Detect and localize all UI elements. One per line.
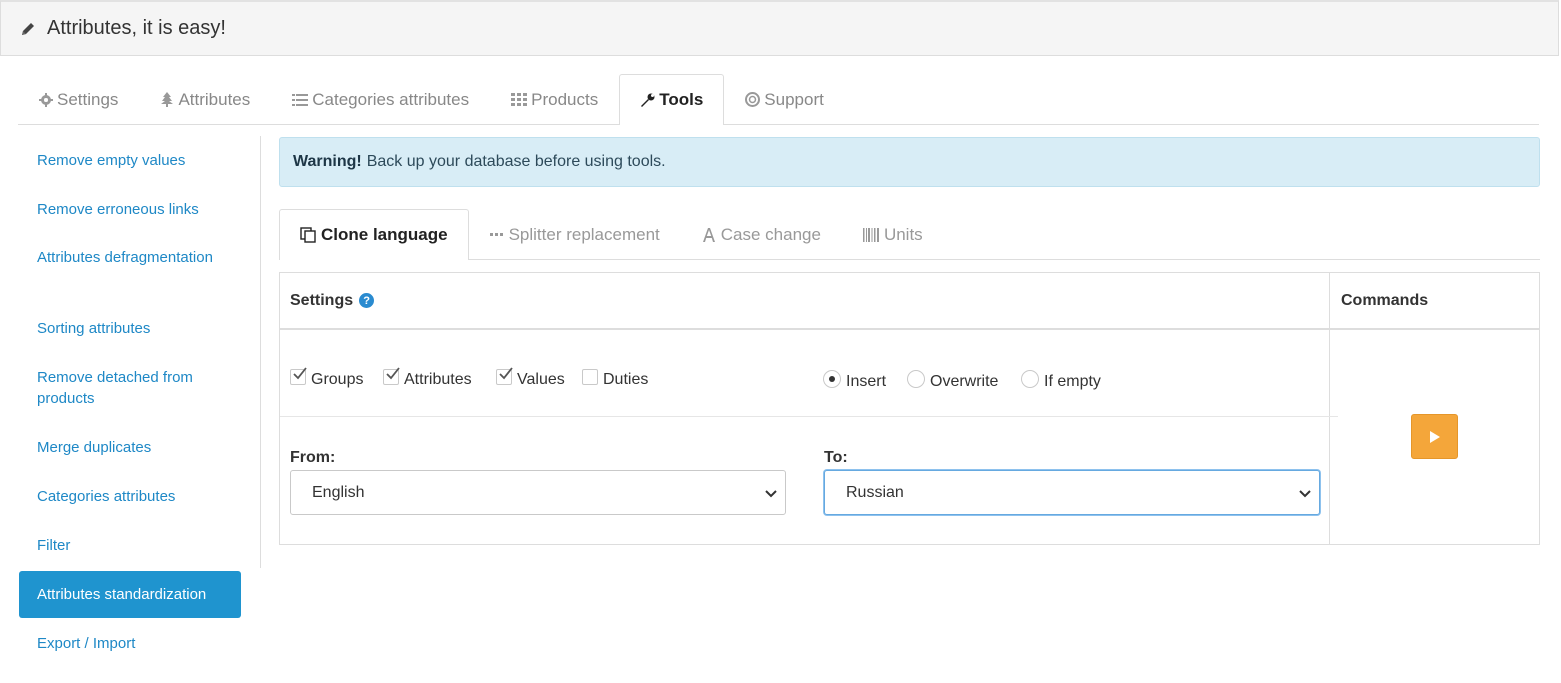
tab-label: Settings: [57, 89, 119, 109]
font-icon: [702, 227, 716, 242]
from-language-select[interactable]: English: [290, 470, 786, 515]
barcode-icon: [862, 227, 879, 242]
radio-label: If empty: [1044, 373, 1101, 390]
gear-icon: [39, 92, 53, 107]
sidebar-item-categories-attributes[interactable]: Categories attributes: [19, 486, 241, 507]
if-empty-radio[interactable]: If empty: [1021, 370, 1101, 391]
chevron-down-icon: [1299, 486, 1311, 504]
from-label: From:: [290, 449, 336, 466]
tab-label: Tools: [659, 90, 704, 109]
duties-checkbox[interactable]: Duties: [582, 369, 649, 389]
radio-label: Overwrite: [930, 373, 999, 390]
alert-text: Back up your database before using tools…: [366, 153, 666, 170]
tab-label: Splitter replacement: [508, 224, 660, 244]
warning-alert: Warning! Back up your database before us…: [279, 137, 1540, 187]
page-title: Attributes, it is easy!: [47, 17, 226, 39]
checkbox-box: [290, 367, 307, 385]
checkbox-label: Groups: [311, 371, 364, 388]
checkbox-box: [383, 367, 400, 385]
tab-case-change[interactable]: Case change: [681, 209, 842, 259]
chevron-down-icon: [765, 486, 777, 504]
radio-circle: [1021, 370, 1039, 388]
checkbox-label: Values: [517, 371, 565, 388]
tab-tools[interactable]: Tools: [619, 74, 725, 125]
tab-label: Attributes: [178, 89, 251, 109]
tab-products[interactable]: Products: [490, 74, 619, 124]
tab-support[interactable]: Support: [724, 74, 845, 124]
tab-units[interactable]: Units: [842, 209, 944, 259]
column-divider: [1329, 330, 1330, 545]
sidebar-item-remove-detached[interactable]: Remove detached from products: [19, 367, 241, 409]
sidebar-item-remove-erroneous-links[interactable]: Remove erroneous links: [19, 199, 241, 220]
checkbox-box: [496, 367, 513, 385]
sidebar-item-filter[interactable]: Filter: [19, 535, 241, 556]
radio-circle: [907, 370, 925, 388]
commands-header: Commands: [1330, 273, 1540, 330]
grid-icon: [511, 93, 528, 106]
run-button[interactable]: [1411, 414, 1458, 459]
tab-splitter-replacement[interactable]: Splitter replacement: [469, 209, 681, 259]
select-value: English: [312, 483, 365, 501]
checkbox-label: Attributes: [404, 371, 472, 388]
radio-label: Insert: [846, 373, 887, 390]
overwrite-radio[interactable]: Overwrite: [907, 370, 999, 391]
sidebar-item-remove-empty-values[interactable]: Remove empty values: [19, 150, 241, 171]
main-tabs: Settings Attributes Categories attribute…: [18, 74, 1539, 125]
sidebar-item-merge-duplicates[interactable]: Merge duplicates: [19, 437, 241, 458]
tab-settings[interactable]: Settings: [18, 74, 139, 124]
tab-clone-language[interactable]: Clone language: [279, 209, 469, 260]
tab-label: Units: [883, 224, 923, 244]
settings-header: Settings ?: [280, 273, 1330, 330]
lifebuoy-icon: [745, 92, 761, 107]
clone-language-table: Settings ? Commands Groups Attributes Va…: [279, 272, 1540, 545]
tab-label: Case change: [720, 224, 821, 244]
select-value: Russian: [846, 483, 904, 501]
sidebar-item-attributes-standardization[interactable]: Attributes standardization: [19, 571, 241, 618]
copy-icon: [300, 227, 316, 243]
play-icon: [1429, 430, 1441, 444]
sidebar-item-attributes-defragmentation[interactable]: Attributes defragmentation: [19, 247, 241, 268]
sidebar-item-export-import[interactable]: Export / Import: [19, 633, 241, 654]
row-divider: [280, 416, 1338, 417]
help-icon[interactable]: ?: [359, 293, 375, 308]
list-icon: [292, 93, 309, 106]
values-checkbox[interactable]: Values: [496, 367, 565, 389]
to-language-select[interactable]: Russian: [824, 470, 1320, 515]
tool-tabs: Clone language Splitter replacement Case…: [279, 209, 1540, 260]
pencil-icon: [19, 20, 37, 38]
attributes-checkbox[interactable]: Attributes: [383, 367, 472, 389]
checkbox-label: Duties: [603, 371, 649, 388]
ellipsis-icon: [489, 232, 504, 237]
insert-radio[interactable]: Insert: [823, 370, 887, 391]
tools-sidebar: Remove empty values Remove erroneous lin…: [18, 136, 261, 652]
to-label: To:: [824, 449, 848, 466]
tab-label: Products: [531, 89, 599, 109]
commands-header-label: Commands: [1341, 291, 1429, 309]
tree-icon: [160, 92, 174, 107]
groups-checkbox[interactable]: Groups: [290, 367, 364, 389]
tab-label: Clone language: [321, 225, 448, 244]
panel-heading: Attributes, it is easy!: [0, 0, 1559, 56]
checkbox-box: [582, 369, 598, 385]
tab-attributes[interactable]: Attributes: [139, 74, 271, 124]
tab-categories-attributes[interactable]: Categories attributes: [271, 74, 490, 124]
tab-label: Support: [764, 89, 824, 109]
wrench-icon: [640, 93, 655, 108]
alert-strong: Warning!: [293, 153, 362, 170]
tab-label: Categories attributes: [312, 89, 470, 109]
radio-circle: [823, 370, 841, 388]
settings-header-label: Settings: [290, 291, 354, 309]
sidebar-item-sorting-attributes[interactable]: Sorting attributes: [19, 318, 241, 339]
